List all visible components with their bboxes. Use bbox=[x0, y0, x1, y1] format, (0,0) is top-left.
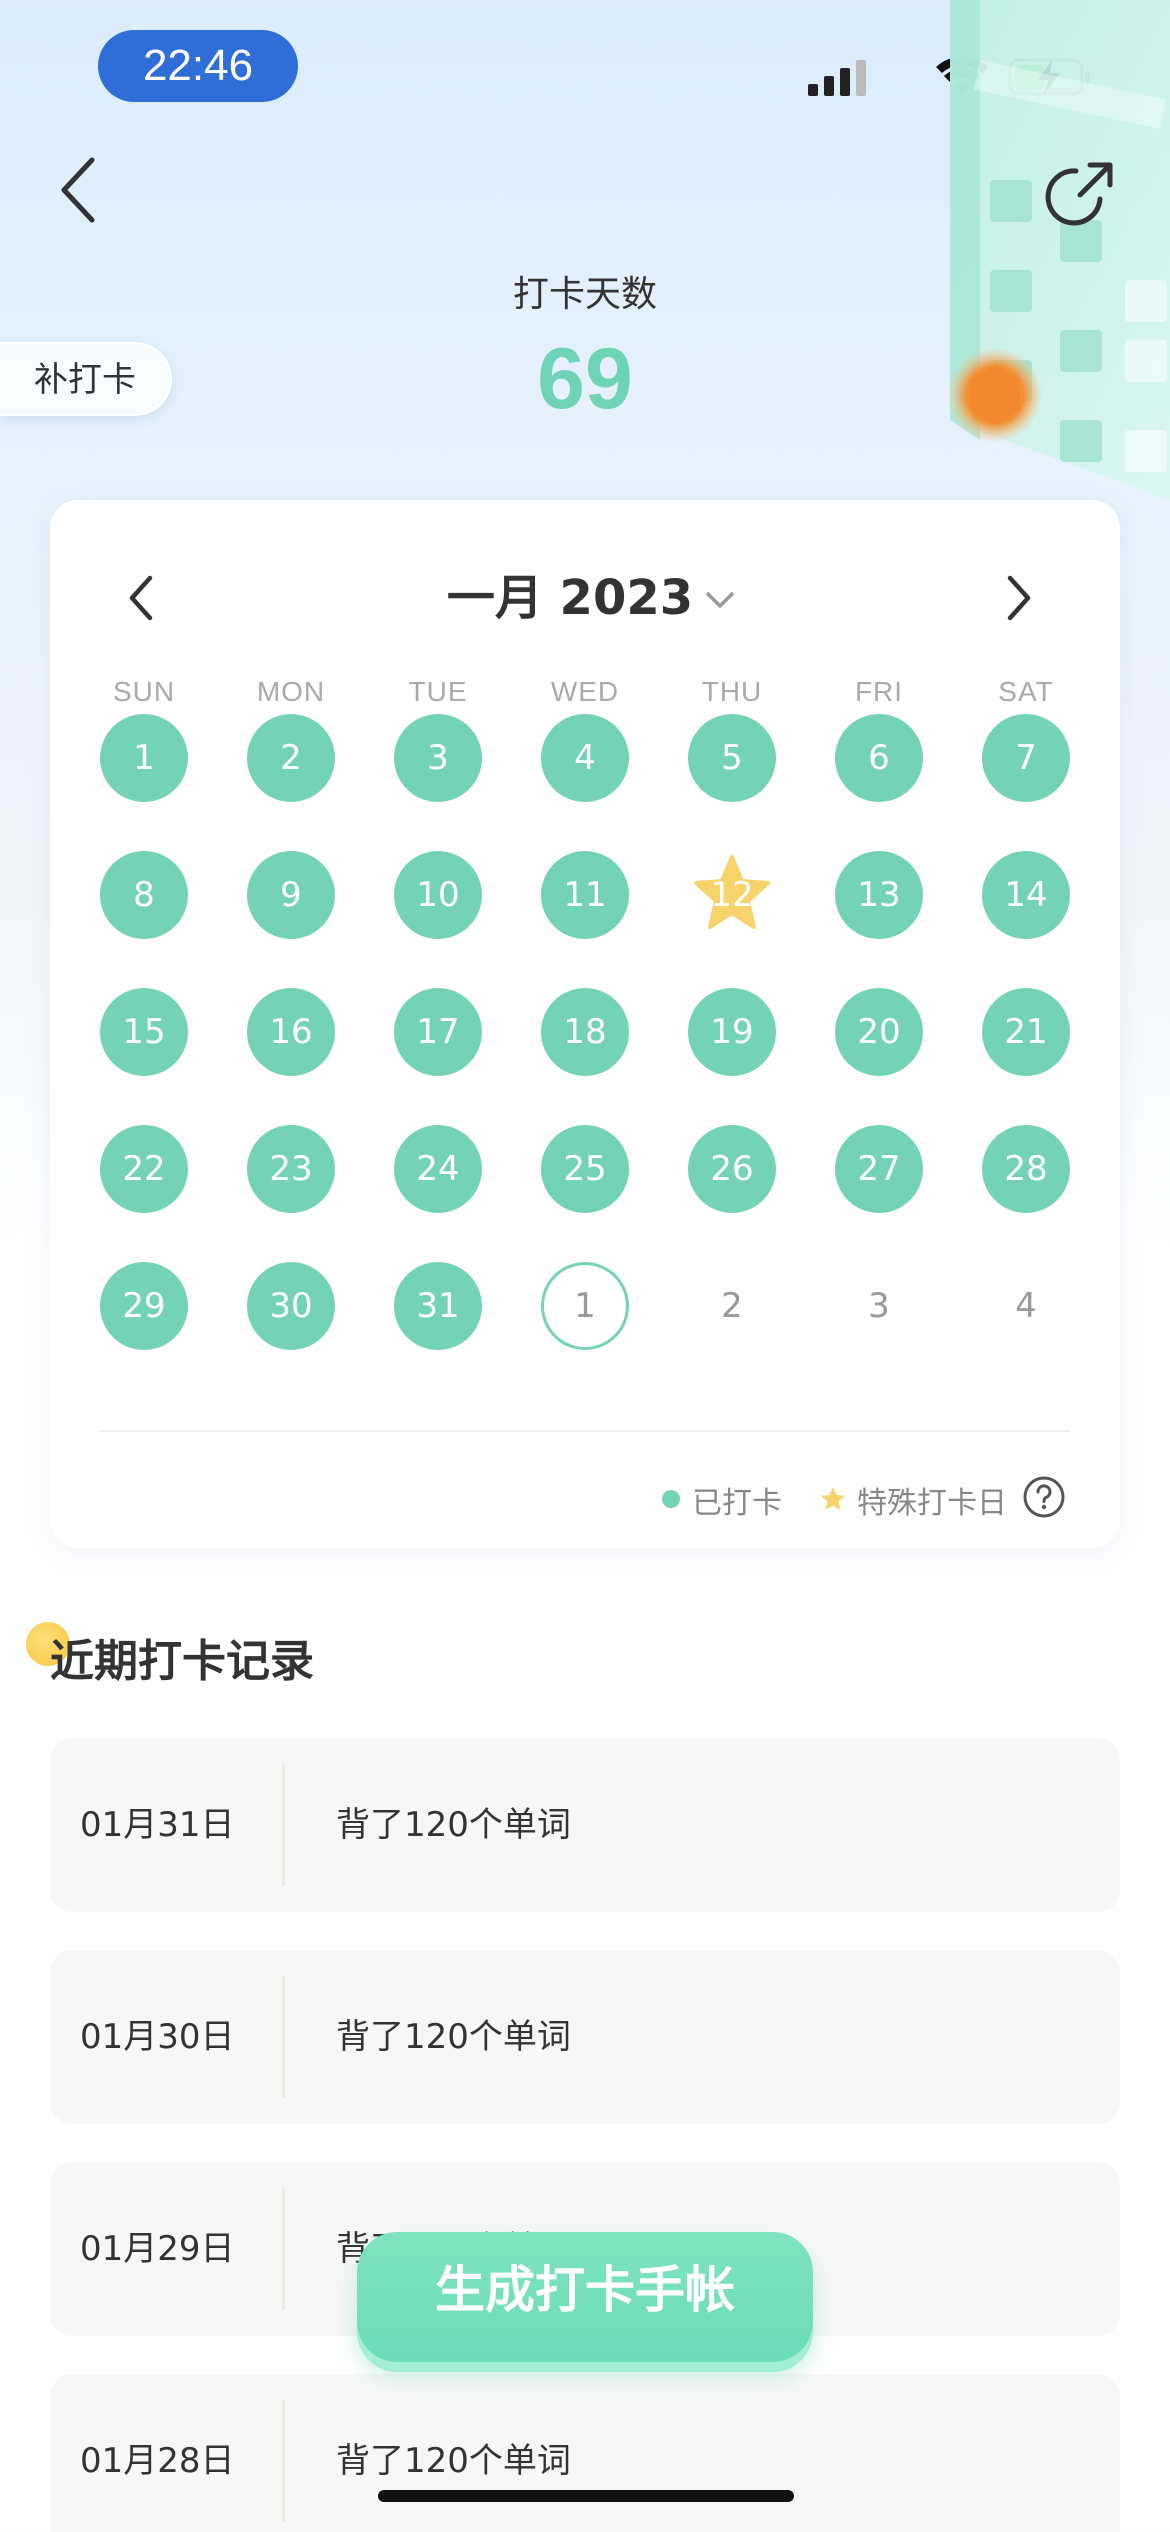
calendar-day[interactable]: 13 bbox=[835, 851, 923, 939]
weekday-label: SAT bbox=[998, 676, 1054, 707]
calendar-day[interactable]: 2 bbox=[247, 714, 335, 802]
recent-records-title: 近期打卡记录 bbox=[50, 1636, 314, 1687]
calendar-day[interactable]: 15 bbox=[100, 988, 188, 1076]
weekday-label: MON bbox=[256, 676, 326, 707]
record-item[interactable]: 01月31日 背了120个单词 bbox=[50, 1738, 1120, 1912]
calendar-day[interactable]: 28 bbox=[982, 1125, 1070, 1213]
calendar-day[interactable]: 7 bbox=[982, 714, 1070, 802]
checkin-days-count: 69 bbox=[537, 331, 633, 427]
record-text: 背了120个单词 bbox=[336, 2441, 571, 2481]
calendar-day[interactable]: 30 bbox=[247, 1262, 335, 1350]
calendar-day[interactable]: 14 bbox=[982, 851, 1070, 939]
legend-checked-in: 已打卡 bbox=[692, 1486, 782, 1521]
record-separator bbox=[282, 2400, 285, 2522]
calendar-day-number: 12 bbox=[710, 875, 754, 915]
calendar-day[interactable]: 4 bbox=[982, 1262, 1070, 1350]
weekday-label: FRI bbox=[854, 676, 904, 707]
calendar-day[interactable]: 11 bbox=[541, 851, 629, 939]
record-text: 背了120个单词 bbox=[336, 1805, 571, 1845]
calendar-day[interactable]: 19 bbox=[688, 988, 776, 1076]
calendar-day-special[interactable]: 12 bbox=[688, 851, 776, 939]
calendar-day[interactable]: 23 bbox=[247, 1125, 335, 1213]
checkin-days-label: 打卡天数 bbox=[512, 274, 657, 315]
record-item[interactable]: 01月30日 背了120个单词 bbox=[50, 1950, 1120, 2124]
help-icon[interactable] bbox=[1022, 1475, 1066, 1519]
home-indicator[interactable] bbox=[378, 2490, 794, 2502]
calendar-day[interactable]: 24 bbox=[394, 1125, 482, 1213]
chevron-down-icon[interactable] bbox=[700, 580, 740, 620]
record-separator bbox=[282, 1764, 285, 1886]
calendar-day[interactable]: 20 bbox=[835, 988, 923, 1076]
calendar-day[interactable]: 8 bbox=[100, 851, 188, 939]
calendar-day[interactable]: 21 bbox=[982, 988, 1070, 1076]
calendar-decoration-graphic bbox=[947, 0, 1170, 500]
calendar-day[interactable]: 29 bbox=[100, 1262, 188, 1350]
checked-in-dot-icon bbox=[662, 1490, 680, 1508]
generate-journal-button[interactable]: 生成打卡手帐 bbox=[357, 2232, 813, 2362]
weekday-label: THU bbox=[701, 676, 763, 707]
record-separator bbox=[282, 1976, 285, 2098]
calendar-day[interactable]: 3 bbox=[835, 1262, 923, 1350]
record-separator bbox=[282, 2188, 285, 2310]
calendar-day[interactable]: 4 bbox=[541, 714, 629, 802]
calendar-day[interactable]: 1 bbox=[541, 1262, 629, 1350]
next-month-button[interactable] bbox=[1000, 568, 1040, 628]
calendar-day[interactable]: 27 bbox=[835, 1125, 923, 1213]
calendar-day[interactable]: 22 bbox=[100, 1125, 188, 1213]
record-item[interactable]: 01月28日 背了120个单词 bbox=[50, 2374, 1120, 2532]
share-button[interactable] bbox=[1040, 155, 1120, 235]
makeup-checkin-button[interactable]: 补打卡 bbox=[0, 342, 172, 416]
calendar-day[interactable]: 17 bbox=[394, 988, 482, 1076]
calendar-day[interactable]: 26 bbox=[688, 1125, 776, 1213]
calendar-day[interactable]: 16 bbox=[247, 988, 335, 1076]
calendar-day[interactable]: 18 bbox=[541, 988, 629, 1076]
calendar-day[interactable]: 1 bbox=[100, 714, 188, 802]
back-button[interactable] bbox=[48, 150, 108, 230]
legend-special-day: 特殊打卡日 bbox=[857, 1486, 1007, 1521]
star-icon bbox=[821, 1487, 845, 1510]
status-time: 22:46 bbox=[98, 30, 298, 102]
record-date: 01月30日 bbox=[80, 2017, 235, 2057]
calendar-day[interactable]: 31 bbox=[394, 1262, 482, 1350]
month-title[interactable]: 一月 2023 bbox=[50, 558, 1120, 628]
calendar-day[interactable]: 6 bbox=[835, 714, 923, 802]
calendar-day[interactable]: 25 bbox=[541, 1125, 629, 1213]
calendar-day[interactable]: 10 bbox=[394, 851, 482, 939]
record-date: 01月29日 bbox=[80, 2229, 235, 2269]
record-text: 背了120个单词 bbox=[336, 2017, 571, 2057]
calendar-day[interactable]: 5 bbox=[688, 714, 776, 802]
weekday-label: TUE bbox=[408, 676, 468, 707]
record-date: 01月28日 bbox=[80, 2441, 235, 2481]
weekday-label: WED bbox=[550, 676, 620, 707]
calendar-day[interactable]: 9 bbox=[247, 851, 335, 939]
weekday-label: SUN bbox=[112, 676, 176, 707]
calendar-card: 一月 2023 SUN MON TUE WED THU FRI SAT 1234567891… bbox=[50, 500, 1120, 1548]
divider bbox=[100, 1430, 1070, 1432]
calendar-day[interactable]: 2 bbox=[688, 1262, 776, 1350]
record-date: 01月31日 bbox=[80, 1805, 235, 1845]
calendar-day[interactable]: 3 bbox=[394, 714, 482, 802]
